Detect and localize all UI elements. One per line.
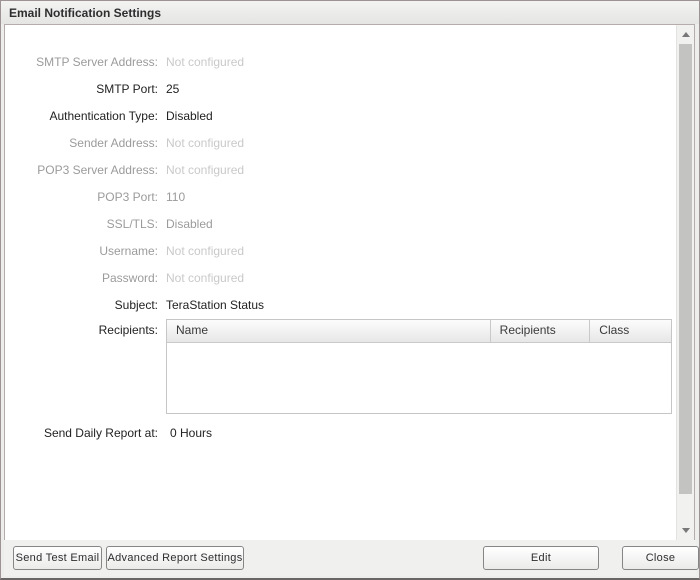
form-row-send-daily-report: Send Daily Report at: 0 Hours	[5, 420, 672, 447]
dialog-title: Email Notification Settings	[9, 6, 161, 20]
form-row-pop3-server-address: POP3 Server Address: Not configured	[5, 157, 672, 184]
recipients-table-header: Name Recipients Class	[167, 320, 671, 343]
pop3-server-address-value: Not configured	[166, 157, 244, 184]
dialog-footer: Send Test Email Advanced Report Settings…	[4, 540, 696, 576]
form-row-ssl-tls: SSL/TLS: Disabled	[5, 211, 672, 238]
send-daily-report-label: Send Daily Report at:	[5, 420, 158, 447]
send-daily-report-value: 0 Hours	[170, 420, 212, 447]
vertical-scrollbar[interactable]	[676, 25, 694, 541]
subject-value: TeraStation Status	[166, 292, 264, 319]
smtp-server-address-label: SMTP Server Address:	[5, 49, 158, 76]
password-value: Not configured	[166, 265, 244, 292]
smtp-port-label: SMTP Port:	[5, 76, 158, 103]
subject-label: Subject:	[5, 292, 158, 319]
form-row-smtp-port: SMTP Port: 25	[5, 76, 672, 103]
pop3-port-value: 110	[166, 184, 185, 211]
scroll-up-button[interactable]	[677, 26, 694, 42]
sender-address-value: Not configured	[166, 130, 244, 157]
form-row-username: Username: Not configured	[5, 238, 672, 265]
authentication-type-value: Disabled	[166, 103, 213, 130]
username-label: Username:	[5, 238, 158, 265]
username-value: Not configured	[166, 238, 244, 265]
edit-button[interactable]: Edit	[483, 546, 599, 570]
column-header-class: Class	[590, 320, 671, 342]
scrollbar-down-arrow-icon	[682, 528, 690, 533]
form-row-recipients: Recipients: Name Recipients Class	[5, 319, 672, 414]
advanced-report-settings-button[interactable]: Advanced Report Settings	[106, 546, 244, 570]
password-label: Password:	[5, 265, 158, 292]
close-button[interactable]: Close	[622, 546, 699, 570]
sender-address-label: Sender Address:	[5, 130, 158, 157]
settings-panel: SMTP Server Address: Not configured SMTP…	[4, 24, 695, 542]
form-row-pop3-port: POP3 Port: 110	[5, 184, 672, 211]
recipients-table: Name Recipients Class	[166, 319, 672, 414]
scrollbar-thumb[interactable]	[679, 44, 692, 494]
form-row-password: Password: Not configured	[5, 265, 672, 292]
settings-form: SMTP Server Address: Not configured SMTP…	[5, 49, 672, 447]
form-row-sender-address: Sender Address: Not configured	[5, 130, 672, 157]
smtp-port-value: 25	[166, 76, 179, 103]
ssl-tls-value: Disabled	[166, 211, 213, 238]
pop3-server-address-label: POP3 Server Address:	[5, 157, 158, 184]
ssl-tls-label: SSL/TLS:	[5, 211, 158, 238]
scroll-down-button[interactable]	[677, 522, 694, 538]
form-row-subject: Subject: TeraStation Status	[5, 292, 672, 319]
column-header-name: Name	[167, 320, 491, 342]
scrollbar-up-arrow-icon	[682, 32, 690, 37]
form-row-smtp-server-address: SMTP Server Address: Not configured	[5, 49, 672, 76]
authentication-type-label: Authentication Type:	[5, 103, 158, 130]
column-header-recipients: Recipients	[491, 320, 591, 342]
send-test-email-button[interactable]: Send Test Email	[13, 546, 102, 570]
email-notification-settings-dialog: Email Notification Settings SMTP Server …	[0, 0, 700, 580]
pop3-port-label: POP3 Port:	[5, 184, 158, 211]
form-row-authentication-type: Authentication Type: Disabled	[5, 103, 672, 130]
recipients-label: Recipients:	[5, 319, 158, 341]
dialog-titlebar: Email Notification Settings	[1, 1, 699, 24]
recipients-table-body[interactable]	[167, 343, 671, 413]
smtp-server-address-value: Not configured	[166, 49, 244, 76]
